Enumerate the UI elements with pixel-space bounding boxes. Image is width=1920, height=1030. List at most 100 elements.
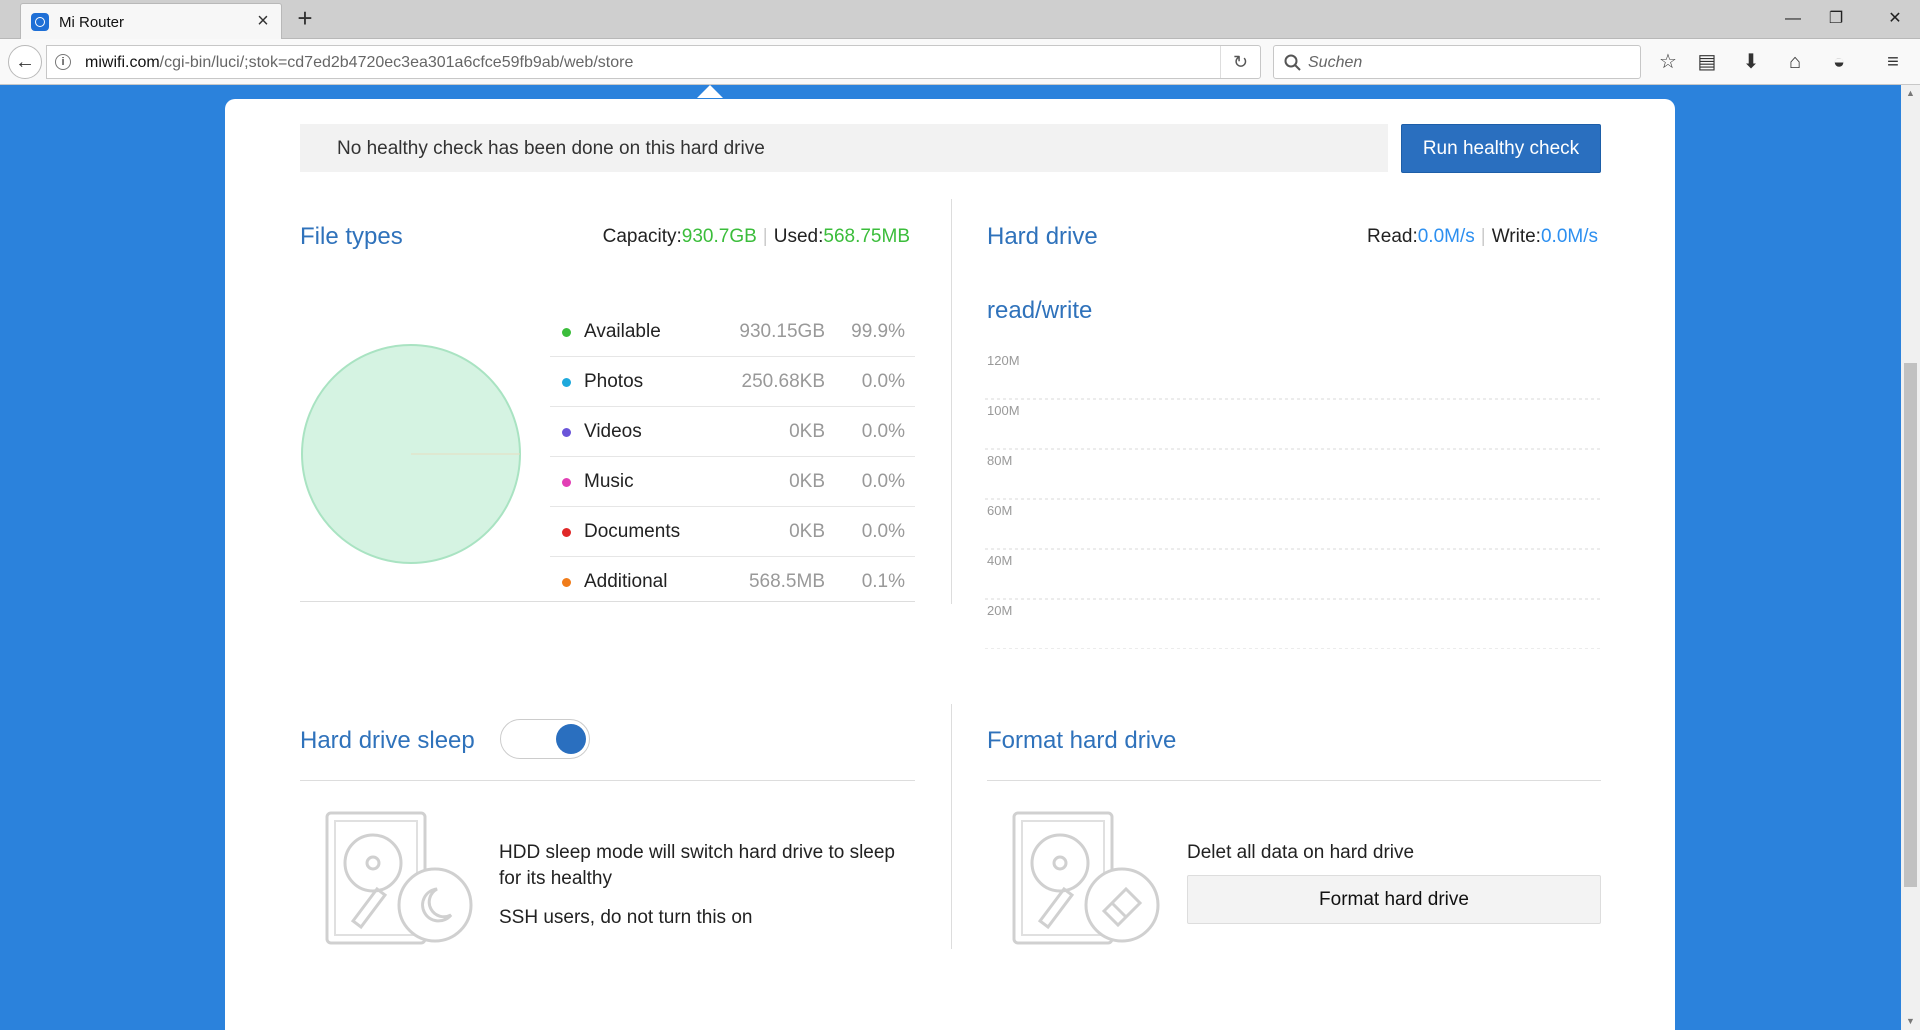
- address-bar[interactable]: i miwifi.com/cgi-bin/luci/;stok=cd7ed2b4…: [46, 45, 1261, 79]
- stat-separator: |: [1480, 226, 1486, 247]
- y-tick-label: 100M: [987, 403, 1020, 418]
- file-type-row: Photos 250.68KB 0.0%: [550, 357, 915, 407]
- search-icon: [1284, 54, 1301, 71]
- hard-drive-title: Hard drive: [987, 223, 1098, 250]
- file-type-row: Available 930.15GB 99.9%: [550, 307, 915, 357]
- restore-icon[interactable]: ❐: [1813, 4, 1859, 34]
- window-close-icon[interactable]: ✕: [1872, 4, 1918, 34]
- file-type-size: 568.5MB: [748, 571, 825, 592]
- toggle-knob: [556, 724, 586, 754]
- reload-icon[interactable]: ↻: [1220, 46, 1260, 78]
- file-types-pie-chart: [301, 344, 521, 564]
- page-scrollbar[interactable]: ▲ ▼: [1901, 85, 1920, 1030]
- new-tab-icon[interactable]: +: [292, 5, 318, 32]
- search-bar[interactable]: Suchen: [1273, 45, 1641, 79]
- legend-dot-icon: [562, 328, 571, 337]
- read-write-chart-title: read/write: [987, 297, 1093, 324]
- write-label: Write:: [1491, 226, 1541, 247]
- file-type-percent: 0.0%: [861, 521, 905, 542]
- capacity-value: 930.7GB: [681, 226, 757, 247]
- scroll-thumb[interactable]: [1904, 363, 1917, 887]
- hdd-format-icon: [1012, 811, 1160, 945]
- info-icon[interactable]: i: [55, 54, 71, 70]
- file-types-title: File types: [300, 223, 403, 250]
- file-type-percent: 99.9%: [851, 321, 905, 342]
- format-divider: [987, 780, 1601, 781]
- sleep-description: HDD sleep mode will switch hard drive to…: [499, 840, 895, 931]
- file-type-name: Music: [584, 471, 634, 492]
- legend-dot-icon: [562, 378, 571, 387]
- read-write-stats: Read:0.0M/s | Write:0.0M/s: [1367, 226, 1598, 248]
- browser-tab[interactable]: Mi Router ×: [20, 3, 282, 39]
- scroll-down-arrow-icon[interactable]: ▼: [1901, 1013, 1920, 1030]
- legend-dot-icon: [562, 578, 571, 587]
- y-tick-label: 120M: [987, 353, 1020, 368]
- write-value: 0.0M/s: [1540, 226, 1598, 247]
- file-type-size: 0KB: [789, 521, 825, 542]
- close-tab-icon[interactable]: ×: [253, 11, 273, 31]
- health-check-banner: No healthy check has been done on this h…: [300, 124, 1388, 172]
- file-type-row: Documents 0KB 0.0%: [550, 507, 915, 557]
- storage-card: No healthy check has been done on this h…: [225, 99, 1675, 1030]
- file-type-size: 250.68KB: [741, 371, 825, 392]
- capacity-stats: Capacity:930.7GB | Used:568.75MB: [603, 226, 910, 248]
- legend-dot-icon: [562, 428, 571, 437]
- file-types-divider: [300, 601, 915, 602]
- file-type-name: Documents: [584, 521, 681, 542]
- y-tick-label: 40M: [987, 553, 1012, 568]
- run-healthy-check-button[interactable]: Run healthy check: [1401, 124, 1601, 173]
- legend-dot-icon: [562, 528, 571, 537]
- file-type-name: Photos: [584, 371, 644, 392]
- sleep-desc-line1: HDD sleep mode will switch hard drive to…: [499, 842, 895, 863]
- format-hard-drive-button[interactable]: Format hard drive: [1187, 875, 1601, 924]
- sleep-desc-line2: for its healthy: [499, 868, 612, 889]
- used-value: 568.75MB: [823, 226, 910, 247]
- file-type-size: 0KB: [789, 471, 825, 492]
- file-type-percent: 0.0%: [861, 421, 905, 442]
- hard-drive-sleep-title: Hard drive sleep: [300, 727, 475, 754]
- y-tick-label: 80M: [987, 453, 1012, 468]
- y-tick-label: 20M: [987, 603, 1012, 618]
- capacity-label: Capacity:: [602, 226, 682, 247]
- file-type-size: 0KB: [789, 421, 825, 442]
- hdd-sleep-icon: [325, 811, 473, 945]
- back-arrow-icon[interactable]: ←: [8, 45, 42, 79]
- bookmark-star-icon[interactable]: ☆: [1655, 49, 1681, 75]
- health-check-message: No healthy check has been done on this h…: [337, 138, 765, 159]
- url-text: miwifi.com/cgi-bin/luci/;stok=cd7ed2b472…: [85, 54, 633, 72]
- file-type-percent: 0.1%: [861, 571, 905, 592]
- read-write-chart: 120M 100M 80M 60M 40M 20M: [985, 353, 1600, 649]
- read-value: 0.0M/s: [1417, 226, 1475, 247]
- scroll-up-arrow-icon[interactable]: ▲: [1901, 85, 1920, 102]
- home-icon[interactable]: ⌂: [1782, 49, 1808, 75]
- file-type-name: Videos: [584, 421, 642, 442]
- read-label: Read:: [1367, 226, 1418, 247]
- stat-separator: |: [762, 226, 768, 247]
- hard-drive-sleep-toggle[interactable]: [500, 719, 590, 759]
- file-type-row: Additional 568.5MB 0.1%: [550, 557, 915, 607]
- column-divider-top: [951, 199, 952, 604]
- format-description: Delet all data on hard drive: [1187, 842, 1415, 863]
- minimize-icon[interactable]: —: [1770, 4, 1816, 34]
- browser-nav-bar: ← i miwifi.com/cgi-bin/luci/;stok=cd7ed2…: [0, 39, 1920, 85]
- used-label: Used:: [773, 226, 824, 247]
- file-type-name: Available: [584, 321, 661, 342]
- nav-pointer: [697, 85, 723, 98]
- menu-icon[interactable]: ≡: [1880, 49, 1906, 75]
- tab-title: Mi Router: [59, 14, 125, 31]
- file-type-size: 930.15GB: [739, 321, 825, 342]
- url-path: /cgi-bin/luci/;stok=cd7ed2b4720ec3ea301a…: [159, 54, 634, 71]
- url-domain: miwifi.com: [85, 54, 160, 71]
- sleep-desc-line3: SSH users, do not turn this on: [499, 907, 753, 928]
- format-hard-drive-title: Format hard drive: [987, 727, 1177, 754]
- file-type-name: Additional: [584, 571, 668, 592]
- file-type-percent: 0.0%: [861, 471, 905, 492]
- router-favicon-icon: [31, 13, 49, 31]
- pocket-icon[interactable]: ◒: [1826, 49, 1852, 75]
- file-type-row: Videos 0KB 0.0%: [550, 407, 915, 457]
- legend-dot-icon: [562, 478, 571, 487]
- search-placeholder: Suchen: [1308, 54, 1363, 71]
- browser-tab-bar: Mi Router × + — ❐ ✕: [0, 0, 1920, 39]
- download-icon[interactable]: ⬇: [1738, 49, 1764, 75]
- reading-list-icon[interactable]: ▤: [1694, 49, 1720, 75]
